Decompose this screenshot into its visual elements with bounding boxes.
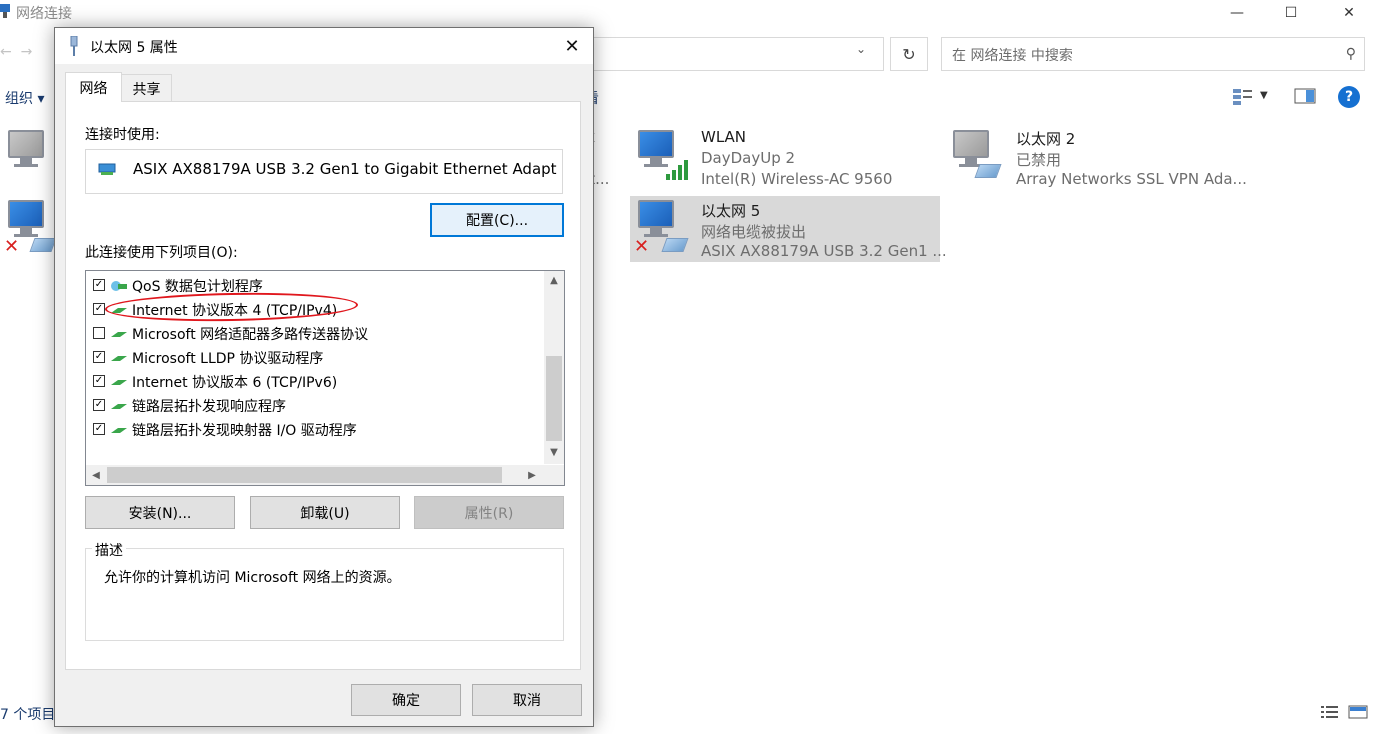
search-icon: ⚲ xyxy=(1345,46,1356,62)
large-icons-view-icon[interactable] xyxy=(1348,704,1368,720)
change-view-icon[interactable] xyxy=(1232,86,1254,106)
item-checkbox[interactable]: ✓ xyxy=(93,351,105,363)
list-item[interactable]: Microsoft 网络适配器多路传送器协议 xyxy=(86,321,541,345)
item-checkbox[interactable]: ✓ xyxy=(93,399,105,411)
ethernet-cable-icon xyxy=(29,238,57,252)
network-tab-panel: 连接时使用: ASIX AX88179A USB 3.2 Gen1 to Gig… xyxy=(65,101,581,670)
ok-button[interactable]: 确定 xyxy=(351,684,461,716)
properties-dialog: 以太网 5 属性 ✕ 网络 共享 连接时使用: ASIX AX88179A US… xyxy=(54,27,594,727)
chevron-down-icon[interactable]: ⌄ xyxy=(856,42,866,56)
item-checkbox[interactable]: ✓ xyxy=(93,279,105,291)
horizontal-scrollbar[interactable]: ◀ ▶ xyxy=(86,465,564,485)
scroll-thumb-horizontal[interactable] xyxy=(107,467,502,483)
dialog-titlebar: 以太网 5 属性 ✕ xyxy=(55,28,593,64)
vertical-scrollbar[interactable]: ▲ ▼ xyxy=(544,271,564,464)
list-item[interactable]: ✓ 链路层拓扑发现映射器 I/O 驱动程序 xyxy=(86,417,541,441)
status-item-count: 7 个项目 xyxy=(0,707,56,723)
description-text: 允许你的计算机访问 Microsoft 网络上的资源。 xyxy=(104,570,401,586)
item-checkbox-unchecked[interactable] xyxy=(93,327,105,339)
close-icon: ✕ xyxy=(564,35,580,57)
ethernet-cable-icon xyxy=(974,164,1002,178)
dialog-title: 以太网 5 属性 xyxy=(90,40,178,56)
explorer-titlebar: 网络连接 — ☐ ✕ xyxy=(0,0,1376,26)
tab-sharing[interactable]: 共享 xyxy=(121,74,172,102)
connect-using-label: 连接时使用: xyxy=(85,127,160,143)
ethernet-plug-icon xyxy=(70,36,78,56)
scroll-right-icon[interactable]: ▶ xyxy=(522,465,542,485)
wifi-signal-icon xyxy=(666,158,692,180)
nav-arrows[interactable]: ← → xyxy=(0,44,32,60)
list-item[interactable]: ✓ 链路层拓扑发现响应程序 xyxy=(86,393,541,417)
components-list[interactable]: ✓ QoS 数据包计划程序 ✓ Internet 协议版本 4 (TCP/IPv… xyxy=(85,270,565,486)
list-item[interactable]: ✓ QoS 数据包计划程序 xyxy=(86,273,541,297)
search-placeholder: 在 网络连接 中搜索 xyxy=(952,48,1073,64)
protocol-icon xyxy=(111,332,127,337)
scroll-up-icon[interactable]: ▲ xyxy=(544,271,564,289)
protocol-icon xyxy=(111,308,127,313)
items-label: 此连接使用下列项目(O): xyxy=(85,245,238,261)
organize-menu[interactable]: 组织 ▾ xyxy=(5,88,44,108)
scroll-left-icon[interactable]: ◀ xyxy=(86,465,106,485)
description-legend: 描述 xyxy=(92,540,126,560)
tab-network[interactable]: 网络 xyxy=(65,72,122,102)
install-button[interactable]: 安装(N)... xyxy=(85,496,235,529)
view-dropdown-icon[interactable]: ▼ xyxy=(1260,90,1268,101)
list-item[interactable]: ✓ Internet 协议版本 6 (TCP/IPv6) xyxy=(86,369,541,393)
scroll-down-icon[interactable]: ▼ xyxy=(544,443,564,461)
dialog-close-button[interactable]: ✕ xyxy=(557,31,587,61)
close-window-button[interactable]: ✕ xyxy=(1326,0,1372,26)
configure-button[interactable]: 配置(C)... xyxy=(430,203,564,237)
protocol-icon xyxy=(111,404,127,409)
list-item[interactable]: ✓ Internet 协议版本 4 (TCP/IPv4) xyxy=(86,297,541,321)
cancel-button[interactable]: 取消 xyxy=(472,684,582,716)
adapter-name-text: ASIX AX88179A USB 3.2 Gen1 to Gigabit Et… xyxy=(133,160,557,178)
minimize-button[interactable]: — xyxy=(1214,0,1260,26)
protocol-icon xyxy=(111,356,127,361)
protocol-icon xyxy=(111,380,127,385)
qos-scheduler-icon xyxy=(111,281,127,291)
address-bar[interactable] xyxy=(594,37,884,71)
refresh-button[interactable]: ↻ xyxy=(890,37,928,71)
explorer-title: 网络连接 xyxy=(16,6,72,22)
item-checkbox[interactable]: ✓ xyxy=(93,423,105,435)
description-group: 描述 允许你的计算机访问 Microsoft 网络上的资源。 xyxy=(85,540,564,641)
network-adapter-icon xyxy=(98,163,116,175)
item-checkbox[interactable]: ✓ xyxy=(93,303,105,315)
maximize-button[interactable]: ☐ xyxy=(1268,0,1314,26)
list-item[interactable]: ✓ Microsoft LLDP 协议驱动程序 xyxy=(86,345,541,369)
details-view-icon[interactable] xyxy=(1320,704,1340,720)
network-connections-icon xyxy=(0,4,10,18)
uninstall-button[interactable]: 卸载(U) xyxy=(250,496,400,529)
preview-pane-icon[interactable] xyxy=(1294,86,1316,106)
disconnected-icon: ✕ xyxy=(634,236,650,257)
properties-button: 属性(R) xyxy=(414,496,564,529)
scroll-thumb[interactable] xyxy=(546,356,562,441)
search-input[interactable]: 在 网络连接 中搜索 ⚲ xyxy=(941,37,1365,71)
disconnected-icon: ✕ xyxy=(4,236,20,257)
help-icon[interactable]: ? xyxy=(1338,86,1360,108)
adapter-name-field: ASIX AX88179A USB 3.2 Gen1 to Gigabit Et… xyxy=(85,149,563,194)
protocol-icon xyxy=(111,428,127,433)
item-checkbox[interactable]: ✓ xyxy=(93,375,105,387)
